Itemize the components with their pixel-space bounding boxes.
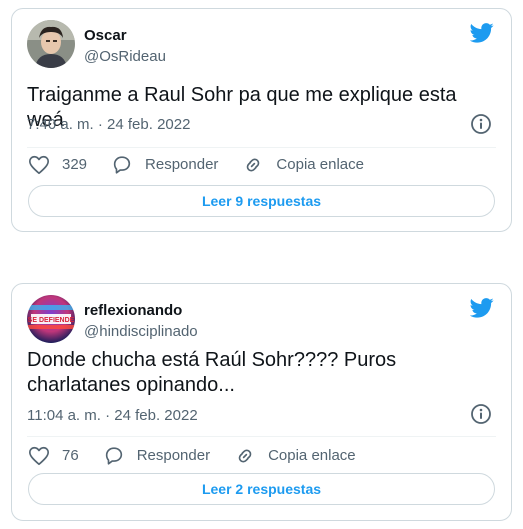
- twitter-bird-icon[interactable]: [470, 298, 494, 318]
- copy-link-button[interactable]: Copia enlace: [234, 445, 356, 467]
- action-bar: 76 Responder Copia enlace: [28, 445, 380, 467]
- speech-bubble-icon: [105, 447, 122, 465]
- divider: [27, 436, 496, 437]
- tweet-text: Donde chucha está Raúl Sohr???? Puros ch…: [27, 349, 397, 396]
- copy-link-button[interactable]: Copia enlace: [242, 154, 364, 176]
- divider: [27, 147, 496, 148]
- author-name[interactable]: Oscar: [84, 27, 127, 44]
- tweet-timestamp[interactable]: 11:04 a. m. · 24 feb. 2022: [27, 407, 198, 424]
- reply-label: Responder: [136, 447, 211, 464]
- heart-icon: [29, 446, 49, 466]
- copy-link-label: Copia enlace: [268, 447, 356, 464]
- avatar-logo: SE DEFIENDE: [27, 295, 75, 343]
- author-handle[interactable]: @hindisciplinado: [84, 323, 198, 340]
- twitter-bird-icon[interactable]: [470, 23, 494, 43]
- tweet-timestamp[interactable]: 7:40 a. m. · 24 feb. 2022: [27, 116, 190, 133]
- avatar[interactable]: [27, 20, 75, 68]
- speech-bubble-icon: [113, 156, 131, 174]
- link-icon: [238, 449, 252, 463]
- avatar-logo-text: SE DEFIENDE: [28, 317, 75, 324]
- like-button[interactable]: 76: [28, 445, 79, 467]
- like-count: 329: [62, 156, 88, 173]
- reply-button[interactable]: Responder: [111, 154, 218, 176]
- author-handle[interactable]: @OsRideau: [84, 48, 166, 65]
- reply-label: Responder: [145, 156, 219, 173]
- heart-icon: [29, 155, 49, 175]
- tweet-card[interactable]: Oscar @OsRideau Traiganme a Raul Sohr pa…: [11, 8, 512, 232]
- info-icon[interactable]: [470, 113, 492, 135]
- author-name[interactable]: reflexionando: [84, 302, 182, 319]
- copy-link-label: Copia enlace: [276, 156, 364, 173]
- tweet-card[interactable]: SE DEFIENDE reflexionando @hindisciplina…: [11, 283, 512, 521]
- avatar[interactable]: SE DEFIENDE: [27, 295, 75, 343]
- like-count: 76: [62, 447, 79, 464]
- avatar-photo: [27, 20, 75, 68]
- read-replies-button[interactable]: Leer 2 respuestas: [28, 473, 495, 505]
- like-button[interactable]: 329: [28, 154, 87, 176]
- link-icon: [247, 158, 260, 172]
- info-icon[interactable]: [470, 403, 492, 425]
- reply-button[interactable]: Responder: [103, 445, 210, 467]
- read-replies-button[interactable]: Leer 9 respuestas: [28, 185, 495, 217]
- action-bar: 329 Responder Copia enlace: [28, 154, 388, 176]
